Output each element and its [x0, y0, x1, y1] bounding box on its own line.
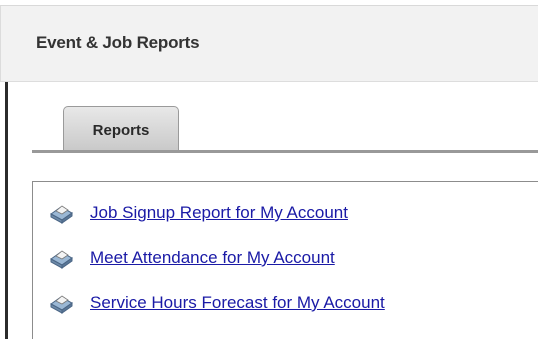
report-link-meet-attendance[interactable]: Meet Attendance for My Account	[90, 248, 335, 268]
report-link-job-signup[interactable]: Job Signup Report for My Account	[90, 203, 348, 223]
printer-icon	[50, 295, 73, 314]
report-item-job-signup[interactable]: Job Signup Report for My Account	[48, 201, 348, 225]
page-header: Event & Job Reports	[0, 6, 538, 82]
page-title: Event & Job Reports	[36, 33, 200, 52]
printer-icon	[50, 205, 73, 224]
tab-strip-underline	[32, 150, 538, 153]
report-link-service-hours[interactable]: Service Hours Forecast for My Account	[90, 293, 385, 313]
left-border	[5, 82, 8, 339]
report-item-service-hours[interactable]: Service Hours Forecast for My Account	[48, 291, 385, 315]
tab-reports[interactable]: Reports	[63, 106, 179, 152]
reports-list: Job Signup Report for My Account Meet At…	[32, 181, 538, 339]
printer-icon	[50, 250, 73, 269]
report-item-meet-attendance[interactable]: Meet Attendance for My Account	[48, 246, 335, 270]
tab-reports-label: Reports	[92, 122, 150, 139]
